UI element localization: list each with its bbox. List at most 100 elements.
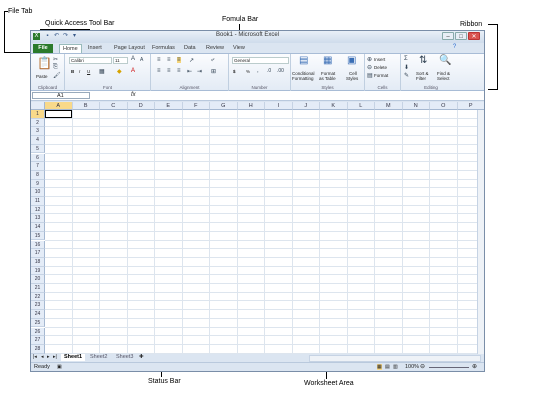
currency-button[interactable]: $ <box>233 69 236 74</box>
row-header-11[interactable]: 11 <box>31 197 45 206</box>
tab-insert[interactable]: Insert <box>85 44 105 53</box>
align-left-icon[interactable]: ≡ <box>157 68 161 74</box>
zoom-in-icon[interactable]: ⊕ <box>472 363 477 370</box>
zoom-out-icon[interactable]: ⊖ <box>420 363 425 370</box>
save-icon[interactable]: ▪ <box>44 33 51 40</box>
align-middle-icon[interactable]: ≡ <box>167 57 171 63</box>
column-header-e[interactable]: E <box>155 102 183 110</box>
font-color-icon[interactable]: A <box>131 68 135 74</box>
horizontal-scrollbar[interactable] <box>309 355 481 362</box>
sort-filter-icon[interactable]: ⇅ <box>419 55 427 66</box>
row-header-23[interactable]: 23 <box>31 301 45 311</box>
sheet-tab-1[interactable]: Sheet1 <box>61 354 86 361</box>
row-header-7[interactable]: 7 <box>31 162 45 171</box>
row-header-20[interactable]: 20 <box>31 275 45 284</box>
fill-color-icon[interactable]: ◆ <box>117 68 122 75</box>
undo-icon[interactable]: ↶ <box>53 33 60 40</box>
column-header-f[interactable]: F <box>182 102 210 110</box>
minimize-button[interactable]: – <box>442 32 454 40</box>
column-header-b[interactable]: B <box>72 102 100 110</box>
column-header-m[interactable]: M <box>375 102 403 110</box>
conditional-formatting-icon[interactable]: ▤ <box>299 55 308 66</box>
column-header-l[interactable]: L <box>347 102 375 110</box>
format-painter-icon[interactable]: 🖌 <box>53 72 61 79</box>
help-icon[interactable]: ? <box>451 44 458 51</box>
increase-indent-icon[interactable]: ⇥ <box>197 68 202 75</box>
worksheet-grid[interactable]: A B C D E F G H I J K L M N O P 1 2 3 4 5 6 7 8 9 10 11 12 13 14 15 16 1… <box>31 102 484 354</box>
row-header-9[interactable]: 9 <box>31 179 45 189</box>
format-cells-button[interactable]: Format <box>374 73 388 78</box>
sheet-tab-3[interactable]: Sheet3 <box>113 354 136 361</box>
tab-formulas[interactable]: Formulas <box>149 44 178 53</box>
format-as-table-icon[interactable]: ▦ <box>323 55 332 66</box>
row-header-16[interactable]: 16 <box>31 240 45 250</box>
column-header-a[interactable]: A <box>45 102 73 110</box>
row-header-17[interactable]: 17 <box>31 249 45 258</box>
row-header-18[interactable]: 18 <box>31 257 45 267</box>
cell-styles-icon[interactable]: ▣ <box>347 55 356 66</box>
row-header-4[interactable]: 4 <box>31 136 45 145</box>
row-header-26[interactable]: 26 <box>31 327 45 337</box>
row-header-19[interactable]: 19 <box>31 266 45 276</box>
sort-filter-label-2[interactable]: Filter <box>416 76 426 81</box>
macro-record-icon[interactable]: ▣ <box>57 364 62 370</box>
maximize-button[interactable]: □ <box>455 32 467 40</box>
column-header-c[interactable]: C <box>100 102 128 110</box>
row-header-28[interactable]: 28 <box>31 344 45 354</box>
tab-data[interactable]: Data <box>181 44 199 53</box>
row-header-2[interactable]: 2 <box>31 118 45 128</box>
tab-page-layout[interactable]: Page Layout <box>111 44 148 53</box>
font-size-select[interactable]: 11 <box>113 57 128 64</box>
sheet-nav-next-icon[interactable]: ▸ <box>47 354 50 360</box>
column-header-j[interactable]: J <box>292 102 320 110</box>
column-header-i[interactable]: I <box>265 102 293 110</box>
align-right-icon[interactable]: ≡ <box>177 68 181 74</box>
row-header-1[interactable]: 1 <box>31 110 45 119</box>
active-cell-a1[interactable] <box>45 110 72 118</box>
zoom-slider[interactable] <box>429 367 469 368</box>
wrap-text-icon[interactable]: ⤶ <box>211 57 214 64</box>
name-box[interactable]: A1 <box>32 92 90 99</box>
row-header-15[interactable]: 15 <box>31 231 45 241</box>
close-button[interactable]: ✕ <box>468 32 480 40</box>
column-header-k[interactable]: K <box>320 102 348 110</box>
paste-label[interactable]: Paste <box>36 74 48 79</box>
column-header-o[interactable]: O <box>430 102 458 110</box>
underline-button[interactable]: U <box>87 69 90 74</box>
delete-cells-button[interactable]: Delete <box>374 65 387 70</box>
vertical-scrollbar[interactable] <box>477 102 484 354</box>
row-header-22[interactable]: 22 <box>31 292 45 302</box>
row-header-25[interactable]: 25 <box>31 318 45 328</box>
sheet-tab-2[interactable]: Sheet2 <box>87 354 110 361</box>
bold-button[interactable]: B <box>71 69 74 74</box>
copy-icon[interactable]: ⎘ <box>53 64 58 71</box>
font-name-select[interactable]: Calibri <box>69 57 112 64</box>
paste-icon[interactable]: 📋 <box>37 56 52 70</box>
increase-decimal-icon[interactable]: .0 <box>267 68 271 74</box>
number-format-select[interactable]: General <box>232 57 289 64</box>
shrink-font-icon[interactable]: A <box>140 57 143 63</box>
redo-icon[interactable]: ↷ <box>62 33 69 40</box>
align-top-icon[interactable]: ≡ <box>157 57 161 63</box>
decrease-decimal-icon[interactable]: .00 <box>277 68 284 74</box>
insert-sheet-icon[interactable]: ✚ <box>139 354 144 360</box>
row-header-8[interactable]: 8 <box>31 170 45 180</box>
select-all-corner[interactable] <box>31 102 45 110</box>
percent-button[interactable]: % <box>246 69 250 74</box>
row-header-27[interactable]: 27 <box>31 336 45 345</box>
tab-review[interactable]: Review <box>203 44 227 53</box>
row-header-24[interactable]: 24 <box>31 310 45 319</box>
fill-icon[interactable]: ⬇ <box>404 64 409 71</box>
page-layout-view-icon[interactable]: ▤ <box>385 364 390 370</box>
format-as-table-label-2[interactable]: as Table <box>319 76 336 81</box>
row-header-21[interactable]: 21 <box>31 284 45 293</box>
comma-style-icon[interactable]: , <box>257 68 259 74</box>
tab-file[interactable]: File <box>33 44 53 53</box>
sheet-nav-prev-icon[interactable]: ◂ <box>41 354 44 360</box>
autosum-icon[interactable]: Σ <box>404 56 408 62</box>
insert-cells-button[interactable]: Insert <box>374 57 385 62</box>
align-center-icon[interactable]: ≡ <box>167 68 171 74</box>
row-header-13[interactable]: 13 <box>31 214 45 224</box>
fx-icon[interactable]: fx <box>131 92 136 98</box>
sheet-nav-first-icon[interactable]: |◂ <box>33 354 37 360</box>
